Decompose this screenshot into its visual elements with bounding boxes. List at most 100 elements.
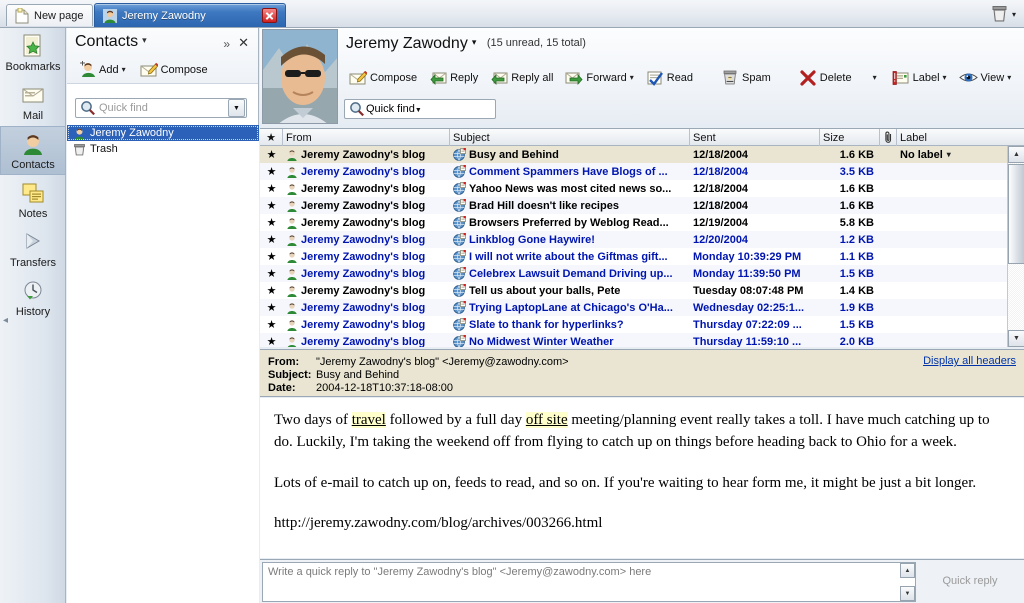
column-header-label[interactable]: Label [897, 129, 1024, 146]
quick-reply-button[interactable]: Quick reply [920, 566, 1020, 596]
compose-button[interactable]: Compose [344, 67, 422, 89]
table-row[interactable]: ★ Jeremy Zawodny's blog I will not write a… [260, 248, 1007, 265]
sidebar-collapse-arrow[interactable]: ◂ [1, 315, 10, 327]
column-header-size[interactable]: Size [820, 129, 880, 146]
sidebar-item-mail[interactable]: Mail [0, 77, 66, 126]
sidebar-item-bookmarks[interactable]: Bookmarks [0, 28, 66, 77]
mail-quick-find-dropdown[interactable]: ▼ [415, 103, 422, 115]
reply-all-button[interactable]: Reply all [485, 67, 558, 89]
message-star-cell[interactable]: ★ [260, 248, 283, 265]
page-title[interactable]: Jeremy Zawodny ▾ (15 unread, 15 total) [346, 35, 586, 53]
message-label-cell[interactable] [897, 333, 1007, 347]
message-star-cell[interactable]: ★ [260, 316, 283, 333]
message-label-cell[interactable]: No label ▾ [897, 146, 1007, 163]
add-contact-button[interactable]: Add ▾ [73, 58, 131, 81]
table-row[interactable]: ★ Jeremy Zawodny's blog Comment Spammers H… [260, 163, 1007, 180]
message-star-cell[interactable]: ★ [260, 265, 283, 282]
table-row[interactable]: ★ Jeremy Zawodny's blog Busy and Behind 12/… [260, 146, 1007, 163]
message-star-cell[interactable]: ★ [260, 180, 283, 197]
table-row[interactable]: ★ Jeremy Zawodny's blog Trying LaptopLane … [260, 299, 1007, 316]
message-label-cell[interactable] [897, 265, 1007, 282]
tab-trash-menu[interactable]: ▾ [991, 4, 1016, 24]
scrollbar-thumb[interactable] [1008, 164, 1024, 264]
contacts-list-item-jeremy-zawodny[interactable]: Jeremy Zawodny [67, 125, 259, 141]
message-from-cell: Jeremy Zawodny's blog [283, 163, 450, 180]
quick-reply-scroll-up[interactable]: ▲ [900, 563, 915, 578]
tab-new-page[interactable]: New page [6, 4, 93, 26]
column-header-subject[interactable]: Subject [450, 129, 690, 146]
message-label-cell[interactable] [897, 231, 1007, 248]
body-link-off-site[interactable]: off site [525, 412, 568, 428]
chevron-down-icon[interactable]: ▾ [947, 150, 951, 159]
display-all-headers-link[interactable]: Display all headers [923, 355, 1016, 367]
contacts-quick-find[interactable]: Quick find ▼ [75, 98, 247, 118]
delete-button[interactable]: Delete [794, 67, 857, 89]
view-button[interactable]: View ▾ [954, 67, 1017, 88]
reply-button[interactable]: Reply [424, 67, 483, 89]
mail-quick-find-input[interactable]: Quick find [366, 103, 415, 115]
expand-panel-icon[interactable]: » [223, 37, 230, 51]
table-row[interactable]: ★ Jeremy Zawodny's blog Brad Hill doesn't … [260, 197, 1007, 214]
message-label-cell[interactable] [897, 214, 1007, 231]
table-row[interactable]: ★ Jeremy Zawodny's blog Browsers Preferred… [260, 214, 1007, 231]
contacts-list-item-trash[interactable]: Trash [67, 141, 259, 157]
message-label-cell[interactable] [897, 163, 1007, 180]
chevron-down-icon[interactable]: ▾ [943, 73, 947, 82]
quick-reply-scroll-down[interactable]: ▼ [900, 586, 915, 601]
sidebar-item-transfers[interactable]: Transfers [0, 224, 66, 273]
compose-contact-button[interactable]: Compose [135, 59, 213, 81]
sidebar-item-contacts[interactable]: Contacts [0, 126, 66, 175]
mail-quick-find[interactable]: Quick find ▼ [344, 99, 496, 119]
contacts-panel-title[interactable]: Contacts ▾ [75, 33, 147, 51]
contacts-quick-find-input[interactable]: Quick find [97, 102, 228, 114]
message-star-cell[interactable]: ★ [260, 282, 283, 299]
contacts-quick-find-dropdown[interactable]: ▼ [228, 99, 245, 117]
delete-dropdown-caret[interactable]: ▾ [873, 73, 877, 82]
message-star-cell[interactable]: ★ [260, 146, 283, 163]
column-header-star[interactable]: ★ [260, 129, 283, 146]
message-label-cell[interactable] [897, 282, 1007, 299]
forward-button[interactable]: Forward ▾ [560, 67, 638, 89]
tab-jeremy-zawodny[interactable]: Jeremy Zawodny [94, 3, 286, 27]
forward-icon [565, 72, 583, 85]
column-header-sent[interactable]: Sent [690, 129, 820, 146]
quick-reply-input[interactable]: Write a quick reply to "Jeremy Zawodny's… [262, 562, 916, 602]
column-header-from[interactable]: From [283, 129, 450, 146]
message-star-cell[interactable]: ★ [260, 163, 283, 180]
tab-close-button[interactable] [262, 8, 277, 23]
message-list-scrollbar[interactable]: ▲ ▼ [1007, 146, 1024, 347]
sidebar-item-history-label: History [15, 306, 51, 318]
sidebar-item-notes[interactable]: Notes [0, 175, 66, 224]
label-button[interactable]: Label ▾ [887, 67, 952, 89]
quick-reply-scrollbar[interactable]: ▲ ▼ [900, 563, 915, 601]
scroll-down-button[interactable]: ▼ [1008, 330, 1024, 347]
contacts-icon [24, 135, 42, 155]
message-star-cell[interactable]: ★ [260, 214, 283, 231]
table-row[interactable]: ★ Jeremy Zawodny's blog No Midwest Winter … [260, 333, 1007, 347]
close-icon[interactable]: ✕ [238, 35, 249, 51]
spam-button[interactable]: Spam [716, 66, 776, 89]
message-star-cell[interactable]: ★ [260, 231, 283, 248]
message-star-cell[interactable]: ★ [260, 197, 283, 214]
message-subject-cell: Brad Hill doesn't like recipes [450, 197, 690, 214]
message-star-cell[interactable]: ★ [260, 299, 283, 316]
message-label-cell[interactable] [897, 197, 1007, 214]
body-link-permalink[interactable]: http://jeremy.zawodny.com/blog/archives/… [274, 515, 602, 531]
column-header-attachment[interactable] [880, 129, 897, 146]
message-star-cell[interactable]: ★ [260, 333, 283, 347]
scroll-up-button[interactable]: ▲ [1008, 146, 1024, 163]
read-button[interactable]: Read [641, 67, 698, 89]
table-row[interactable]: ★ Jeremy Zawodny's blog Celebrex Lawsuit D… [260, 265, 1007, 282]
table-row[interactable]: ★ Jeremy Zawodny's blog Linkblog Gone Hayw… [260, 231, 1007, 248]
header-subject-row: Subject: Busy and Behind [268, 369, 399, 381]
message-label-cell[interactable] [897, 316, 1007, 333]
chevron-down-icon[interactable]: ▾ [1007, 73, 1011, 82]
message-label-cell[interactable] [897, 180, 1007, 197]
table-row[interactable]: ★ Jeremy Zawodny's blog Tell us about your… [260, 282, 1007, 299]
table-row[interactable]: ★ Jeremy Zawodny's blog Slate to thank for… [260, 316, 1007, 333]
body-link-travel[interactable]: travel [351, 412, 386, 428]
table-row[interactable]: ★ Jeremy Zawodny's blog Yahoo News was mos… [260, 180, 1007, 197]
chevron-down-icon[interactable]: ▾ [630, 73, 634, 82]
message-label-cell[interactable] [897, 248, 1007, 265]
message-label-cell[interactable] [897, 299, 1007, 316]
